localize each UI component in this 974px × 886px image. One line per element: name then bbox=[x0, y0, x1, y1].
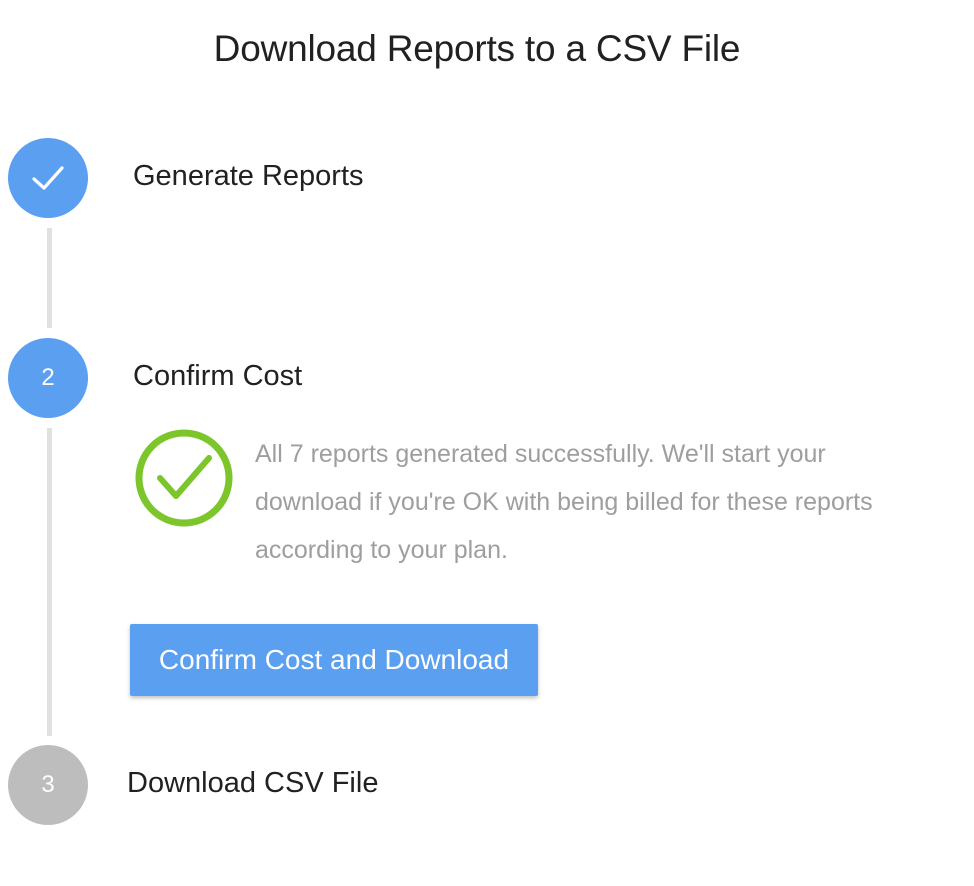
step-title: Download CSV File bbox=[127, 767, 379, 799]
success-message: All 7 reports generated successfully. We… bbox=[255, 440, 873, 564]
confirm-cost-and-download-button[interactable]: Confirm Cost and Download bbox=[130, 624, 538, 696]
step-complete-indicator bbox=[8, 138, 88, 218]
step-number-indicator: 3 bbox=[8, 745, 88, 825]
check-icon bbox=[32, 166, 64, 190]
success-check-icon bbox=[135, 429, 233, 527]
step-title: Generate Reports bbox=[133, 160, 364, 192]
page-title: Download Reports to a CSV File bbox=[213, 28, 741, 69]
step-number-indicator: 2 bbox=[8, 338, 88, 418]
step-title: Confirm Cost bbox=[133, 360, 303, 392]
step-connector bbox=[47, 228, 52, 328]
step-connector bbox=[47, 428, 52, 736]
